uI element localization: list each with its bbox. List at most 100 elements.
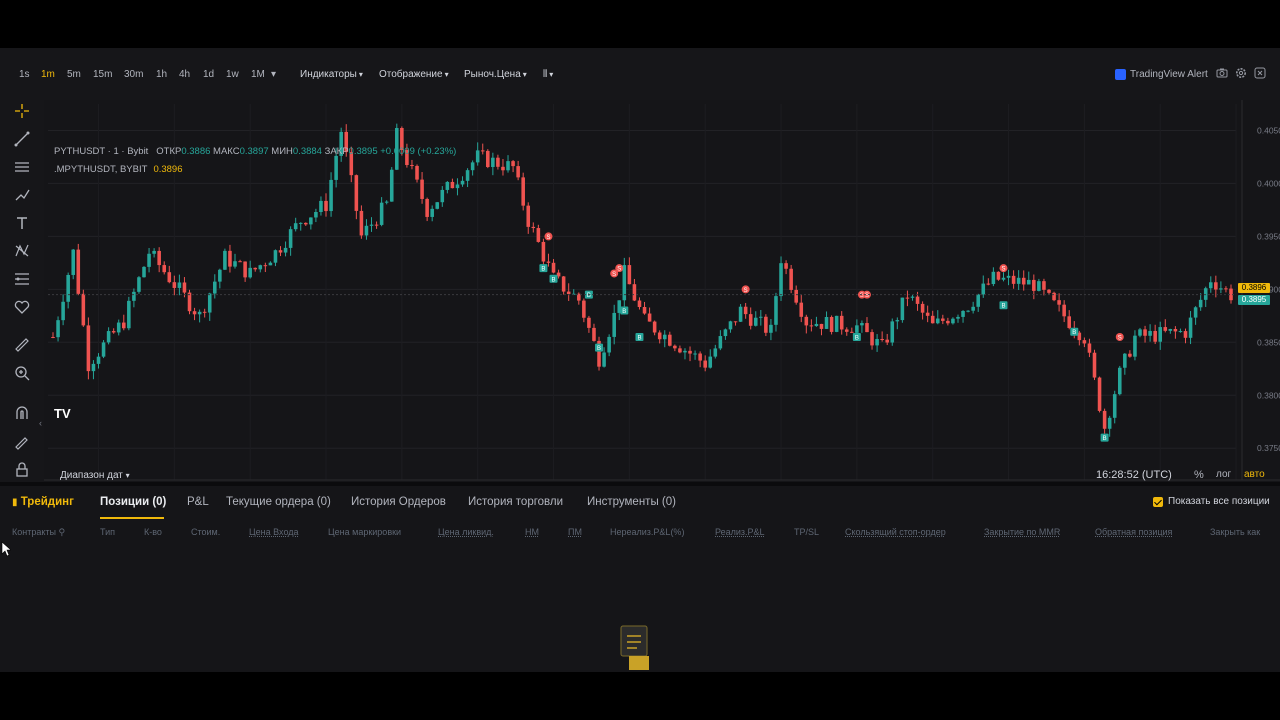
trend-line-icon[interactable]	[11, 128, 33, 150]
candle	[86, 317, 91, 380]
candle-body	[389, 169, 394, 202]
candle-body	[824, 316, 829, 329]
timeframe-1w[interactable]: 1w	[226, 69, 239, 80]
column-header-unrealized-pnl[interactable]: Нереализ.P&L(%)	[610, 527, 684, 537]
ruler-icon[interactable]	[11, 334, 33, 356]
fib-retracement-icon[interactable]	[11, 268, 33, 290]
display-menu[interactable]: Отображение ▾	[379, 69, 449, 80]
lock-icon[interactable]	[11, 458, 33, 480]
column-header-im[interactable]: НМ	[525, 527, 539, 537]
buy-marker[interactable]: B	[1070, 327, 1079, 337]
log-scale-toggle[interactable]: лог	[1216, 469, 1231, 480]
price-type-menu[interactable]: Рыноч.Цена ▾	[464, 69, 527, 80]
timeframe-30m[interactable]: 30m	[124, 69, 143, 80]
candle-body	[1198, 299, 1203, 308]
candle	[728, 320, 733, 333]
price-chart[interactable]: SBBBBSSBBSBSSSBBSB 0.40500.40000.39500.3…	[39, 100, 1280, 491]
collapse-arrow-icon[interactable]: ‹	[39, 418, 42, 428]
candle-body	[1082, 340, 1087, 344]
timeframe-15m[interactable]: 15m	[93, 69, 112, 80]
column-header-value[interactable]: Стоим.	[191, 527, 220, 537]
column-header-close-as[interactable]: Закрыть как	[1210, 527, 1260, 537]
symbol-name[interactable]: PYTHUSDT · 1 · Bybit	[54, 146, 148, 157]
column-header-trailing-stop[interactable]: Скользящий стоп-ордер	[845, 527, 946, 537]
column-header-mm[interactable]: ПМ	[568, 527, 582, 537]
column-header-liq-price[interactable]: Цена ликвид.	[438, 527, 494, 537]
column-header-mark-price[interactable]: Цена маркировки	[328, 527, 401, 537]
buy-marker[interactable]: B	[620, 306, 629, 316]
lock-pencil-icon[interactable]	[11, 430, 33, 452]
text-tool-icon[interactable]	[11, 212, 33, 234]
tab-pnl[interactable]: P&L	[187, 496, 209, 508]
tradingview-alert-button[interactable]: TradingView Alert	[1112, 66, 1211, 82]
buy-marker[interactable]: B	[1100, 433, 1109, 443]
sell-marker[interactable]: S	[999, 264, 1008, 273]
sell-marker[interactable]: S	[615, 264, 624, 273]
timeframe-1M[interactable]: 1M	[251, 69, 265, 80]
candle-body	[718, 336, 723, 349]
column-header-tpsl[interactable]: TP/SL	[794, 527, 819, 537]
candle-body	[314, 211, 318, 218]
timeframe-4h[interactable]: 4h	[179, 69, 190, 80]
buy-marker[interactable]: B	[549, 274, 558, 284]
timeframe-dropdown-icon[interactable]: ▾	[271, 69, 276, 80]
buy-marker[interactable]: B	[852, 333, 861, 342]
fullscreen-icon[interactable]	[1254, 67, 1266, 79]
column-header-reverse-position[interactable]: Обратная позиция	[1095, 527, 1172, 537]
buy-marker[interactable]: B	[635, 333, 644, 342]
tab-positions[interactable]: Позиции (0)	[100, 496, 166, 508]
tab-order-history[interactable]: История Ордеров	[351, 496, 446, 508]
candle	[1112, 390, 1117, 424]
buy-marker[interactable]: B	[999, 301, 1008, 310]
indicators-menu[interactable]: Индикаторы ▾	[300, 69, 363, 80]
brush-icon[interactable]	[11, 184, 33, 206]
utc-clock[interactable]: 16:28:52 (UTC)	[1096, 469, 1172, 481]
column-header-type[interactable]: Тип	[100, 527, 115, 537]
timeframe-1m[interactable]: 1m	[41, 69, 55, 80]
candle-body	[935, 318, 940, 324]
candle-body	[683, 350, 687, 353]
magnet-icon[interactable]	[11, 402, 33, 424]
tab-instruments[interactable]: Инструменты (0)	[587, 496, 676, 508]
settings-gear-icon[interactable]	[1235, 67, 1247, 79]
auto-scale-toggle[interactable]: авто	[1244, 469, 1265, 480]
candle	[890, 318, 895, 346]
chart-type-menu[interactable]: ⫴ ▾	[543, 69, 553, 80]
candle-body	[587, 317, 591, 328]
buy-marker[interactable]: B	[595, 343, 604, 353]
camera-icon[interactable]	[1216, 67, 1228, 79]
percent-scale-toggle[interactable]: %	[1194, 469, 1204, 481]
crosshair-icon[interactable]	[11, 100, 33, 122]
candle	[1001, 272, 1006, 282]
sell-marker[interactable]: S	[741, 285, 750, 294]
column-header-contracts[interactable]: Контракты ⚲	[12, 527, 65, 538]
column-header-qty[interactable]: К-во	[144, 527, 162, 537]
buy-marker[interactable]: B	[539, 264, 548, 273]
timeframe-5m[interactable]: 5m	[67, 69, 81, 80]
candle	[243, 261, 247, 282]
sell-marker[interactable]: S	[544, 232, 553, 241]
candle	[930, 310, 935, 324]
candle	[450, 178, 455, 189]
date-range-selector[interactable]: Диапазон дат ▾	[60, 470, 130, 481]
timeframe-1d[interactable]: 1d	[203, 69, 214, 80]
candlestick-chart[interactable]: SBBBBSSBBSBSSSBBSB 0.40500.40000.39500.3…	[44, 100, 1280, 491]
timeframe-1h[interactable]: 1h	[156, 69, 167, 80]
zoom-in-icon[interactable]	[11, 362, 33, 384]
candle-body	[354, 175, 359, 211]
sell-marker[interactable]: S	[1115, 333, 1124, 342]
tab-trading[interactable]: ▮ Трейдинг	[12, 496, 74, 508]
close-value: 0.3895	[348, 146, 378, 157]
timeframe-1s[interactable]: 1s	[19, 69, 30, 80]
horizontal-lines-icon[interactable]	[11, 156, 33, 178]
tab-current-orders[interactable]: Текущие ордера (0)	[226, 496, 331, 508]
heart-icon[interactable]	[11, 296, 33, 318]
column-header-close-by-mmr[interactable]: Закрытие по MMR	[984, 527, 1060, 537]
column-header-entry-price[interactable]: Цена Входа	[249, 527, 299, 537]
show-all-positions-checkbox[interactable]: Показать все позиции	[1153, 496, 1270, 507]
candle	[167, 265, 172, 284]
pattern-icon[interactable]	[11, 240, 33, 262]
candle	[1082, 337, 1087, 348]
column-header-realized-pnl[interactable]: Реализ.P&L	[715, 527, 765, 537]
tab-trade-history[interactable]: История торговли	[468, 496, 563, 508]
